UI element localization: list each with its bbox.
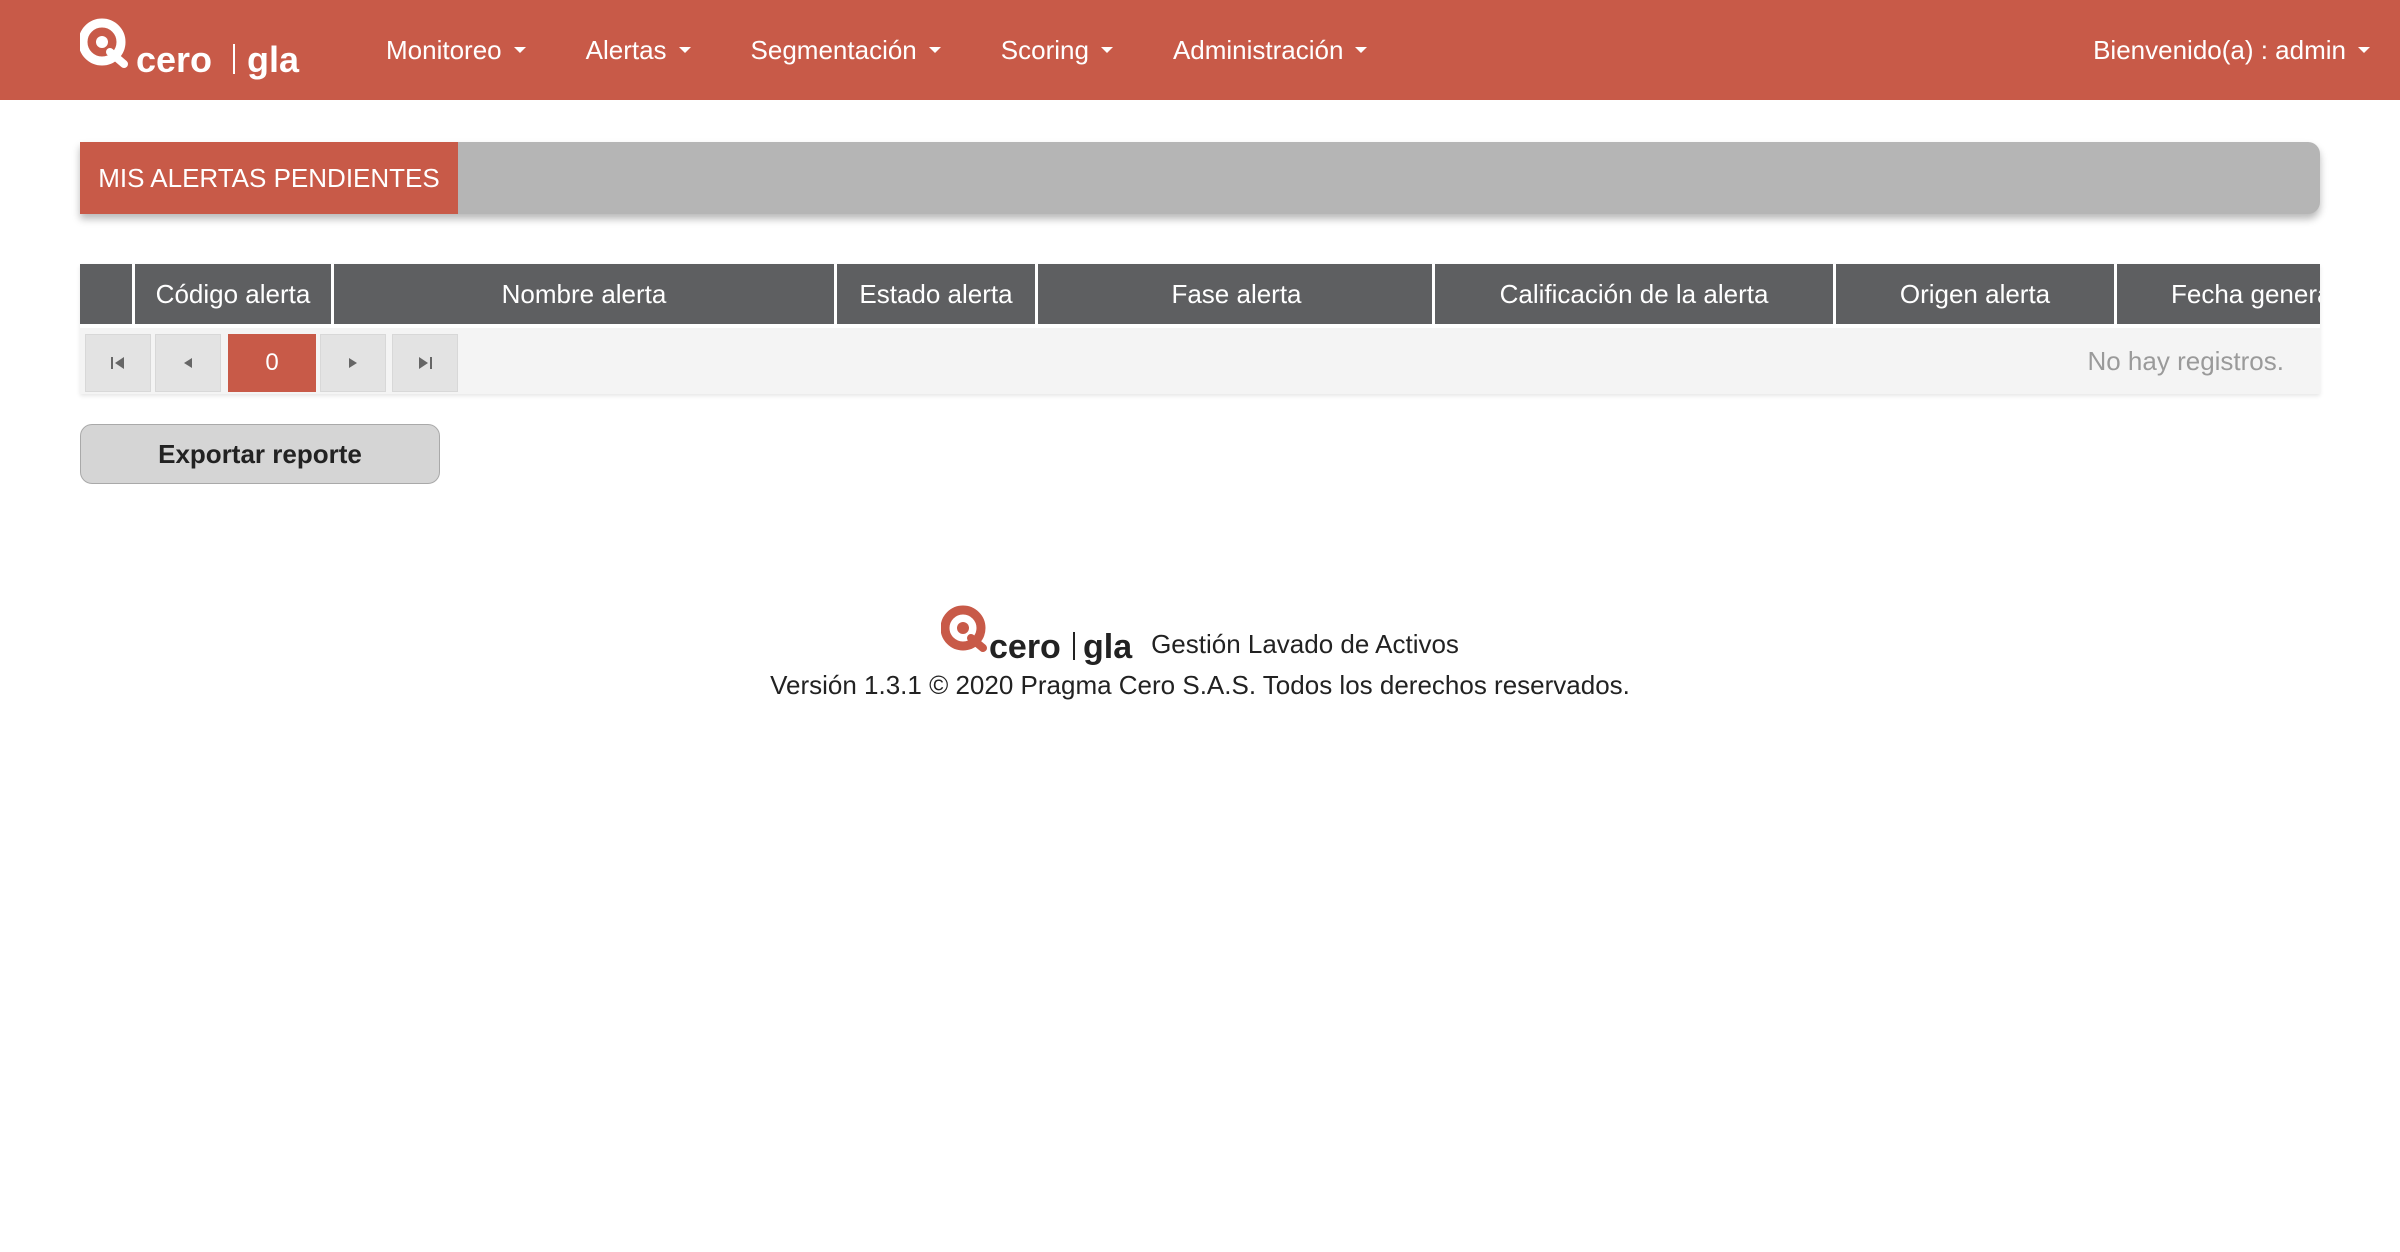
menu-label: Segmentación xyxy=(750,34,917,65)
footer-tagline: Gestión Lavado de Activos xyxy=(1151,629,1459,659)
menu-segmentacion[interactable]: Segmentación xyxy=(721,0,971,100)
next-page-icon xyxy=(349,358,357,368)
user-greeting: Bienvenido(a) : admin xyxy=(2093,34,2346,65)
table-header: Código alerta Nombre alerta Estado alert… xyxy=(80,264,2320,324)
caret-down-icon xyxy=(513,47,526,53)
last-page-button[interactable] xyxy=(392,334,458,392)
empty-table-message: No hay registros. xyxy=(2087,345,2284,376)
column-header-codigo[interactable]: Código alerta xyxy=(135,264,331,324)
caret-down-icon xyxy=(1100,47,1113,53)
column-header-origen[interactable]: Origen alerta xyxy=(1833,264,2114,324)
last-page-icon xyxy=(419,357,432,369)
caret-down-icon xyxy=(1355,47,1368,53)
menu-label: Alertas xyxy=(585,34,667,65)
logo-sub-text: gla xyxy=(247,39,300,80)
previous-page-icon xyxy=(184,358,192,368)
page-number-button[interactable]: 0 xyxy=(228,334,316,392)
top-navbar: cero gla Monitoreo Alertas Segmentación … xyxy=(0,0,2400,100)
export-report-button[interactable]: Exportar reporte xyxy=(80,424,440,484)
user-menu[interactable]: Bienvenido(a) : admin xyxy=(2093,0,2370,100)
menu-alertas[interactable]: Alertas xyxy=(556,0,721,100)
footer-version: Versión 1.3.1 © 2020 Pragma Cero S.A.S. … xyxy=(770,670,1630,700)
menu-scoring[interactable]: Scoring xyxy=(971,0,1143,100)
menu-monitoreo[interactable]: Monitoreo xyxy=(356,0,556,100)
menu-label: Scoring xyxy=(1000,34,1089,65)
menu-label: Monitoreo xyxy=(386,34,502,65)
menu-administracion[interactable]: Administración xyxy=(1143,0,1398,100)
section-header: MIS ALERTAS PENDIENTES xyxy=(80,142,2320,214)
section-title: MIS ALERTAS PENDIENTES xyxy=(80,142,458,214)
previous-page-button[interactable] xyxy=(155,334,221,392)
column-header-estado[interactable]: Estado alerta xyxy=(834,264,1035,324)
footer-cero-logo-icon: cero gla xyxy=(941,605,1133,666)
paginator: 0 No hay registros. xyxy=(80,328,2320,394)
column-header-nombre[interactable]: Nombre alerta xyxy=(334,264,834,324)
cero-logo-icon: cero gla xyxy=(80,18,300,80)
column-header-expander[interactable] xyxy=(80,264,132,324)
menu-label: Administración xyxy=(1172,34,1344,65)
footer-brand: cero gla Gestión Lavado de Activos xyxy=(0,602,2400,666)
caret-down-icon xyxy=(678,47,691,53)
main-menu: Monitoreo Alertas Segmentación Scoring A… xyxy=(356,0,1397,100)
column-header-fase[interactable]: Fase alerta xyxy=(1035,264,1435,324)
logo-main-text: cero xyxy=(136,39,212,80)
caret-down-icon xyxy=(928,47,941,53)
footer-logo-sub-text: gla xyxy=(1083,628,1133,666)
footer-logo-main-text: cero xyxy=(989,628,1061,666)
column-header-fecha[interactable]: Fecha genera xyxy=(2114,264,2320,324)
alerts-table: Código alerta Nombre alerta Estado alert… xyxy=(80,264,2320,394)
first-page-icon xyxy=(111,357,124,369)
caret-down-icon xyxy=(2358,47,2370,53)
brand-logo[interactable]: cero gla xyxy=(80,14,310,86)
column-header-calificacion[interactable]: Calificación de la alerta xyxy=(1432,264,1833,324)
first-page-button[interactable] xyxy=(85,334,151,392)
next-page-button[interactable] xyxy=(320,334,386,392)
